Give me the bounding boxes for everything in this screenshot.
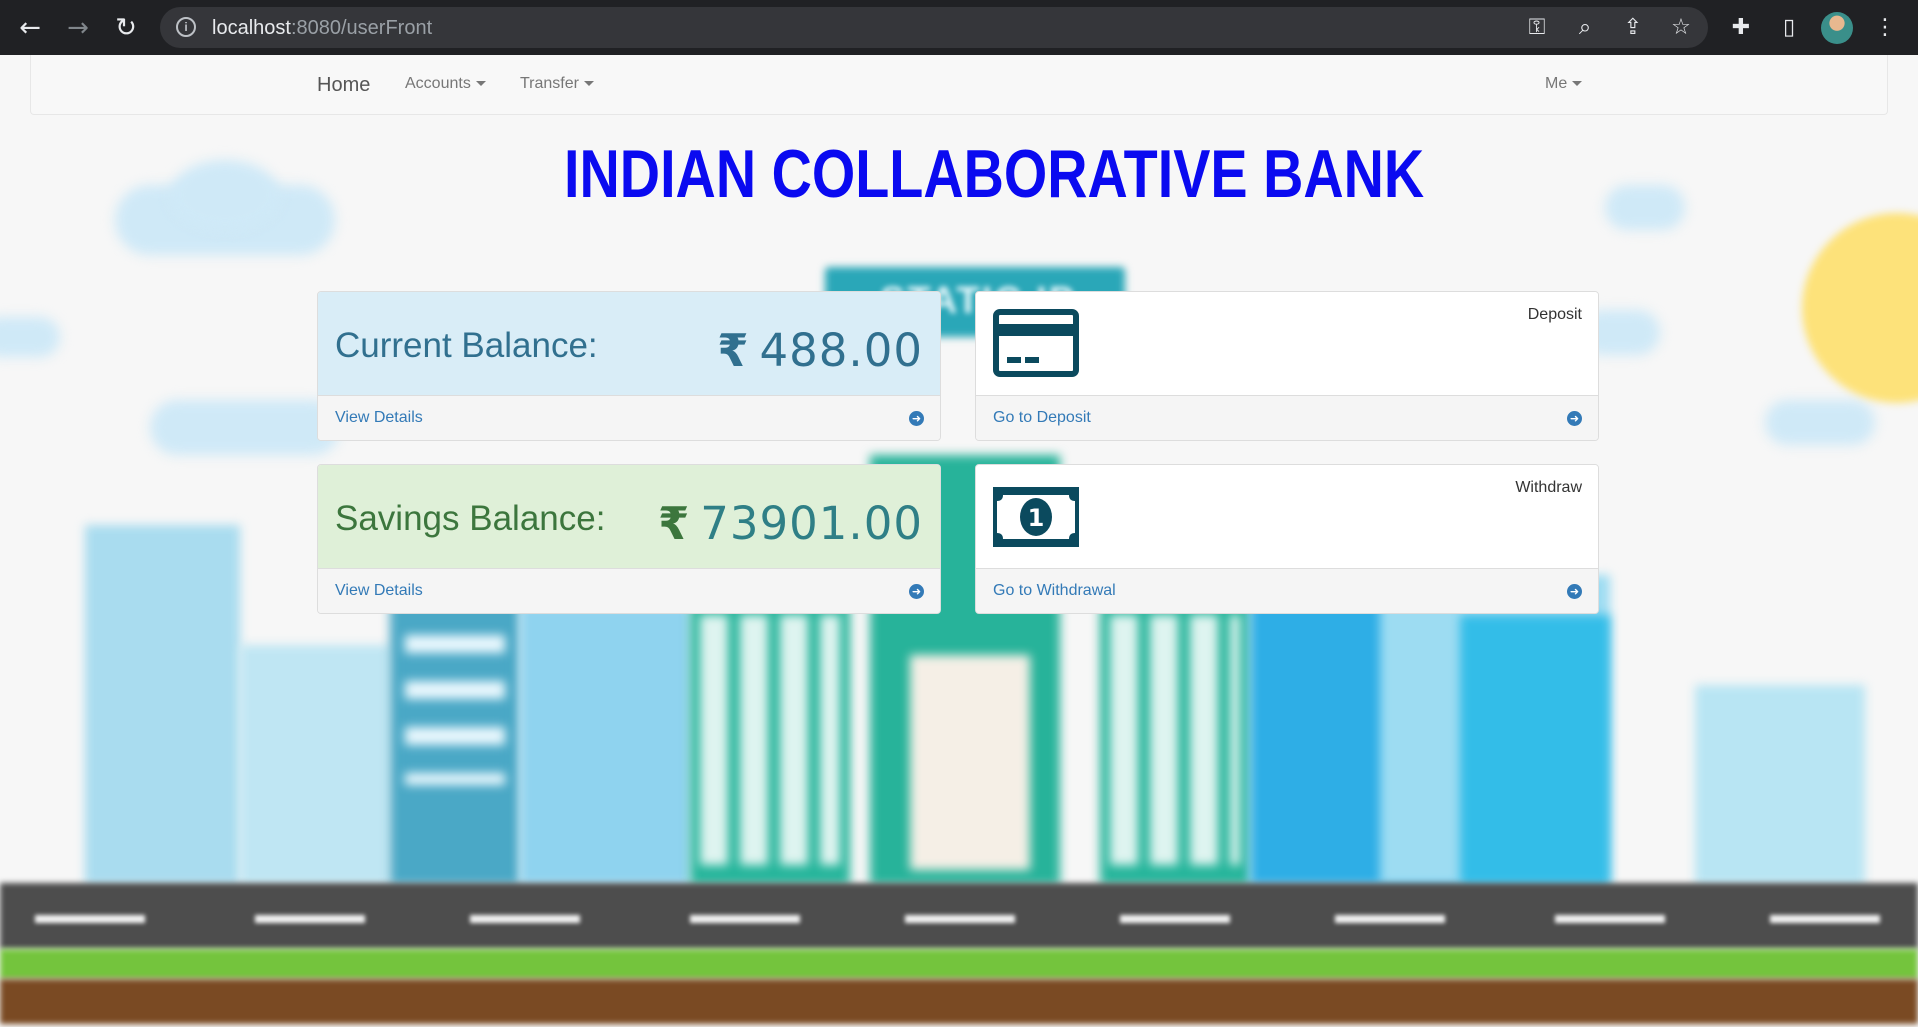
page-title: INDIAN COLLABORATIVE BANK	[564, 136, 1425, 212]
nav-accounts-dropdown[interactable]: Accounts	[405, 75, 486, 93]
caret-down-icon	[1572, 81, 1583, 87]
arrow-circle-right-icon: ➜	[1567, 584, 1582, 599]
site-info-icon[interactable]: i	[176, 17, 196, 37]
current-balance-panel: Current Balance: ₹488.00 View Details ➜	[317, 291, 941, 441]
current-balance-amount: 488.00	[759, 324, 923, 377]
nav-home[interactable]: Home	[317, 74, 370, 97]
savings-balance-panel: Savings Balance: ₹73901.00 View Details …	[317, 464, 941, 614]
forward-icon[interactable]: →	[62, 12, 94, 44]
nav-transfer-label: Transfer	[520, 75, 579, 92]
nav-me-label: Me	[1545, 75, 1568, 92]
deposit-heading: Deposit	[976, 292, 1598, 395]
side-panel-icon[interactable]: ▯	[1773, 12, 1805, 44]
nav-accounts-label: Accounts	[405, 75, 471, 92]
zoom-icon[interactable]: ⌕	[1570, 13, 1600, 43]
savings-view-details-link[interactable]: View Details ➜	[318, 568, 940, 613]
menu-icon[interactable]: ⋮	[1869, 12, 1901, 44]
browser-toolbar: ← → ↻ i localhost:8080/userFront ⚿ ⌕ ⇪ ☆…	[0, 0, 1918, 55]
credit-card-icon	[993, 309, 1079, 377]
go-to-deposit-link[interactable]: Go to Deposit ➜	[976, 395, 1598, 440]
savings-balance-label: Savings Balance:	[335, 499, 606, 538]
current-balance-heading: Current Balance: ₹488.00	[318, 292, 940, 395]
arrow-circle-right-icon: ➜	[909, 584, 924, 599]
key-icon[interactable]: ⚿	[1522, 13, 1552, 43]
view-details-label: View Details	[335, 582, 423, 599]
reload-icon[interactable]: ↻	[110, 12, 142, 44]
deposit-label: Deposit	[1527, 306, 1582, 323]
nav-transfer-dropdown[interactable]: Transfer	[520, 75, 594, 93]
share-icon[interactable]: ⇪	[1618, 13, 1648, 43]
extensions-icon[interactable]: ✚	[1725, 12, 1757, 44]
savings-balance-amount: 73901.00	[700, 497, 923, 550]
go-to-withdrawal-link[interactable]: Go to Withdrawal ➜	[976, 568, 1598, 613]
rupee-icon: ₹	[657, 497, 691, 550]
app-navbar: Home Accounts Transfer Me	[30, 55, 1888, 115]
profile-avatar[interactable]	[1821, 12, 1853, 44]
view-details-label: View Details	[335, 409, 423, 426]
withdraw-label: Withdraw	[1515, 479, 1582, 496]
current-balance-label: Current Balance:	[335, 326, 598, 365]
arrow-circle-right-icon: ➜	[1567, 411, 1582, 426]
withdraw-panel: 1 Withdraw Go to Withdrawal ➜	[975, 464, 1599, 614]
withdraw-heading: 1 Withdraw	[976, 465, 1598, 568]
savings-balance-value: ₹73901.00	[658, 497, 923, 550]
caret-down-icon	[475, 81, 486, 87]
go-to-deposit-label: Go to Deposit	[993, 409, 1091, 426]
address-bar[interactable]: i localhost:8080/userFront ⚿ ⌕ ⇪ ☆	[160, 7, 1708, 48]
url-text[interactable]: localhost:8080/userFront	[212, 17, 432, 40]
deposit-panel: Deposit Go to Deposit ➜	[975, 291, 1599, 441]
savings-balance-heading: Savings Balance: ₹73901.00	[318, 465, 940, 568]
back-icon[interactable]: ←	[14, 12, 46, 44]
caret-down-icon	[583, 81, 594, 87]
rupee-icon: ₹	[717, 324, 750, 377]
svg-text:1: 1	[1028, 504, 1045, 532]
money-bill-icon: 1	[993, 487, 1079, 547]
arrow-circle-right-icon: ➜	[909, 411, 924, 426]
star-icon[interactable]: ☆	[1666, 13, 1696, 43]
go-to-withdrawal-label: Go to Withdrawal	[993, 582, 1116, 599]
nav-me-dropdown[interactable]: Me	[1545, 75, 1583, 93]
current-view-details-link[interactable]: View Details ➜	[318, 395, 940, 440]
current-balance-value: ₹488.00	[717, 324, 923, 377]
